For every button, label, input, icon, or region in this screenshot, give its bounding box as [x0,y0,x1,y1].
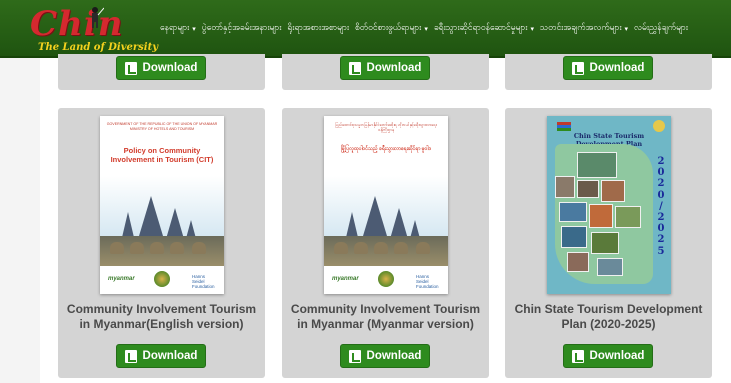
caret-down-icon: ▾ [424,25,428,33]
download-card: Download [505,54,712,90]
document-title: Chin State Tourism Development Plan (202… [514,302,703,331]
nav-item-places[interactable]: နေရာများ ▾ [160,22,196,35]
foundation-logo: Hanns Seidel Foundation [416,274,439,289]
download-card: Download [282,54,489,90]
nav-item-news[interactable]: သတင်းအချက်အလက်များ ▾ [540,22,628,35]
caret-down-icon: ▾ [192,25,196,33]
nav-item-guides[interactable]: လမ်းညွှန်ချက်များ [634,22,688,35]
caret-down-icon: ▾ [530,25,534,33]
seal-icon [653,120,665,132]
myanmar-logo: myanmar [108,276,135,282]
download-card: Chin State Tourism Development Plan 2 0 … [505,108,712,378]
downloads-grid: Download Download Download GOVERNMENT OF… [40,54,731,383]
foundation-logo: Hanns Seidel Foundation [192,274,215,289]
caret-down-icon: ▾ [624,25,629,33]
nav-item-interests[interactable]: စိတ်ဝင်စားဖွယ်ရာများ ▾ [355,22,428,35]
flag-icon [557,122,571,131]
seal-icon [378,271,394,287]
download-button[interactable]: Download [340,56,430,80]
file-download-icon [348,349,361,363]
cover-years: 2 0 2 0 / 2 0 2 5 [657,156,665,257]
download-card: ပြည်ထောင်စုသမ္မတမြန်မာနိုင်ငံတော်အစိုးရ … [282,108,489,378]
cover-footer: myanmar Hanns Seidel Foundation [100,266,224,294]
cover-title: မြို့ပြလူထုပါဝင်သည့် ခရီးသွားလာရေးဆိုင်ရ… [341,146,431,152]
cover-title: Policy on Community Involvement in Touri… [110,146,214,164]
file-download-icon [124,61,137,75]
document-title: Community Involvement Tourism in Myanmar… [66,302,257,331]
seal-icon [154,271,170,287]
cover-header: GOVERNMENT OF THE REPUBLIC OF THE UNION … [106,122,218,131]
nav-item-festivals[interactable]: ပွဲတော်နှင့်အခမ်းအနားများ [202,22,282,35]
cover-footer: myanmar Hanns Seidel Foundation [324,266,448,294]
download-button[interactable]: Download [563,56,653,80]
download-button[interactable]: Download [116,56,206,80]
file-download-icon [571,61,584,75]
document-title: Community Involvement Tourism in Myanmar… [290,302,481,331]
download-button[interactable]: Download [116,344,206,368]
download-button[interactable]: Download [563,344,653,368]
download-card: GOVERNMENT OF THE REPUBLIC OF THE UNION … [58,108,265,378]
site-logo[interactable]: Chin The Land of Diversity [24,2,158,58]
logo-tagline: The Land of Diversity [38,42,159,53]
main-nav: နေရာများ ▾ ပွဲတော်နှင့်အခမ်းအနားများ ရိုး… [160,22,688,35]
file-download-icon [348,61,361,75]
file-download-icon [571,349,584,363]
hunter-figure-icon [92,7,104,28]
document-cover[interactable]: Chin State Tourism Development Plan 2 0 … [547,116,671,294]
download-button[interactable]: Download [340,344,430,368]
myanmar-logo: myanmar [332,276,359,282]
document-cover[interactable]: GOVERNMENT OF THE REPUBLIC OF THE UNION … [100,116,224,294]
nav-item-foods[interactable]: ရိုးရာအစားအစာများ [287,22,349,35]
site-header: Chin The Land of Diversity နေရာများ ▾ ပွဲ… [0,0,731,58]
nav-item-services[interactable]: ခရီးသွားဆိုင်ရာဝန်ဆောင်မှုများ ▾ [434,22,534,35]
left-gutter [0,58,40,383]
cover-header: ပြည်ထောင်စုသမ္မတမြန်မာနိုင်ငံတော်အစိုးရ … [335,122,437,132]
logo-wordmark: Chin [30,4,124,44]
file-download-icon [124,349,137,363]
download-card: Download [58,54,265,90]
document-cover[interactable]: ပြည်ထောင်စုသမ္မတမြန်မာနိုင်ငံတော်အစိုးရ … [324,116,448,294]
